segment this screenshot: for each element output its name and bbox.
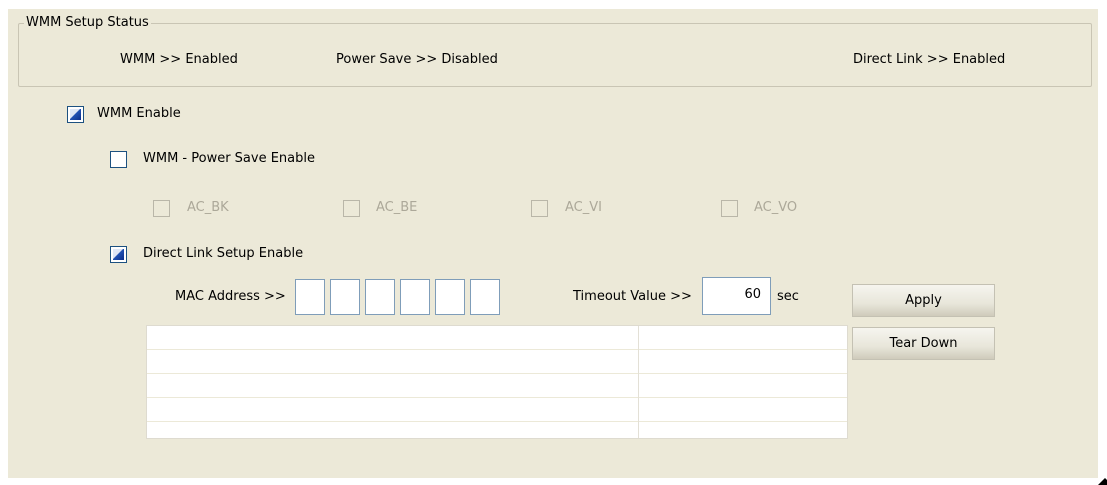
mac-octet-2-input[interactable] (330, 279, 360, 315)
table-row[interactable] (147, 398, 847, 422)
ac-vi-label: AC_VI (565, 200, 602, 215)
wmm-panel: WMM Setup Status WMM >> Enabled Power Sa… (8, 9, 1107, 485)
wmm-status-text: WMM >> Enabled (120, 52, 238, 67)
direct-link-enable-checkbox[interactable] (110, 246, 127, 263)
wmm-enable-label[interactable]: WMM Enable (97, 106, 181, 122)
ac-vo-checkbox[interactable] (721, 200, 738, 217)
timeout-value-input[interactable]: 60 (702, 277, 771, 315)
mac-octet-5-input[interactable] (435, 279, 465, 315)
dls-link-table[interactable] (146, 325, 848, 439)
mac-octet-4-input[interactable] (400, 279, 430, 315)
table-row[interactable] (147, 422, 847, 446)
mac-octet-1-input[interactable] (295, 279, 325, 315)
table-row[interactable] (147, 350, 847, 374)
mac-address-label: MAC Address >> (175, 289, 286, 304)
mac-octet-3-input[interactable] (365, 279, 395, 315)
ac-vo-label: AC_VO (754, 200, 798, 215)
scroll-up-arrow-icon[interactable] (1098, 478, 1107, 485)
apply-button[interactable]: Apply (852, 284, 995, 317)
wmm-setup-status-title: WMM Setup Status (24, 15, 151, 31)
ac-be-checkbox[interactable] (343, 200, 360, 217)
wmm-setup-status-group: WMM Setup Status WMM >> Enabled Power Sa… (18, 15, 1092, 87)
ac-bk-label: AC_BK (187, 200, 229, 215)
tear-down-button[interactable]: Tear Down (852, 327, 995, 360)
direct-link-status-text: Direct Link >> Enabled (853, 52, 1006, 67)
wmm-enable-checkbox[interactable] (67, 106, 84, 123)
table-row[interactable] (147, 326, 847, 350)
power-save-enable-label[interactable]: WMM - Power Save Enable (143, 151, 315, 167)
table-column-divider (638, 326, 639, 438)
ac-be-label: AC_BE (376, 200, 418, 215)
direct-link-enable-label[interactable]: Direct Link Setup Enable (143, 246, 303, 262)
ac-bk-checkbox[interactable] (153, 200, 170, 217)
ac-vi-checkbox[interactable] (531, 200, 548, 217)
table-row[interactable] (147, 374, 847, 398)
timeout-value-label: Timeout Value >> (573, 289, 692, 304)
timeout-unit-label: sec (777, 289, 799, 304)
power-save-status-text: Power Save >> Disabled (336, 52, 498, 67)
power-save-enable-checkbox[interactable] (110, 151, 127, 168)
mac-octet-6-input[interactable] (470, 279, 500, 315)
